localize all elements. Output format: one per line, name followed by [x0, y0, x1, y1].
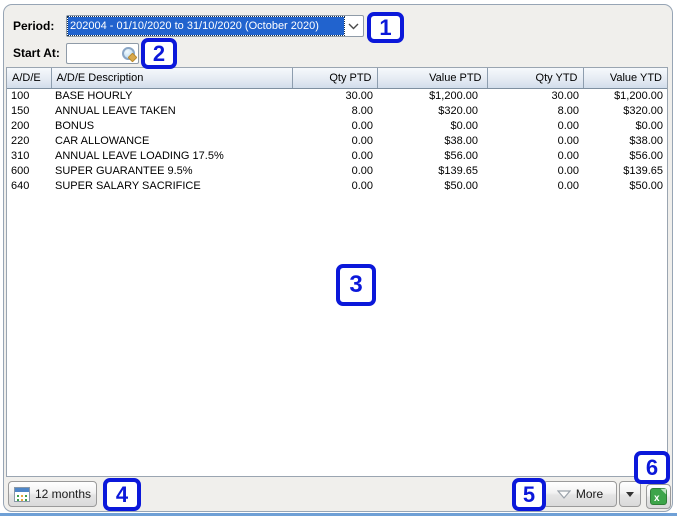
table-cell: 150: [7, 103, 51, 118]
column-header-qty-ytd[interactable]: Qty YTD: [487, 68, 583, 88]
table-cell: $50.00: [583, 178, 667, 193]
table-cell: $56.00: [377, 148, 487, 163]
period-dropdown[interactable]: 202004 - 01/10/2020 to 31/10/2020 (Octob…: [66, 15, 364, 37]
table-cell: 0.00: [292, 148, 377, 163]
som-marker-2: 2: [141, 38, 177, 69]
table-cell: BASE HOURLY: [51, 88, 292, 103]
table-cell: 640: [7, 178, 51, 193]
more-label: More: [576, 487, 603, 501]
period-selected-value: 202004 - 01/10/2020 to 31/10/2020 (Octob…: [68, 17, 344, 35]
table-cell: 100: [7, 88, 51, 103]
table-cell: 310: [7, 148, 51, 163]
table-cell: 0.00: [487, 178, 583, 193]
twelve-months-label: 12 months: [35, 487, 91, 501]
calendar-icon: [14, 487, 30, 502]
table-cell: 200: [7, 118, 51, 133]
table-row[interactable]: 640SUPER SALARY SACRIFICE0.00$50.000.00$…: [7, 178, 667, 193]
column-header-description[interactable]: A/D/E Description: [51, 68, 292, 88]
table-cell: SUPER GUARANTEE 9.5%: [51, 163, 292, 178]
table-cell: 0.00: [487, 163, 583, 178]
table-row[interactable]: 100BASE HOURLY30.00$1,200.0030.00$1,200.…: [7, 88, 667, 103]
table-body: 100BASE HOURLY30.00$1,200.0030.00$1,200.…: [7, 88, 667, 193]
search-icon[interactable]: [122, 47, 135, 60]
table-row[interactable]: 150ANNUAL LEAVE TAKEN8.00$320.008.00$320…: [7, 103, 667, 118]
column-header-ade[interactable]: A/D/E: [7, 68, 51, 88]
caret-down-icon: [626, 492, 634, 497]
som-marker-1: 1: [367, 12, 404, 43]
parent-window-edge: [0, 513, 677, 516]
table-cell: ANNUAL LEAVE LOADING 17.5%: [51, 148, 292, 163]
table-cell: $38.00: [377, 133, 487, 148]
table-cell: 0.00: [292, 133, 377, 148]
table-cell: $0.00: [377, 118, 487, 133]
table-cell: $0.00: [583, 118, 667, 133]
chevron-down-icon[interactable]: [344, 16, 363, 36]
table-row[interactable]: 600SUPER GUARANTEE 9.5%0.00$139.650.00$1…: [7, 163, 667, 178]
start-at-field[interactable]: [66, 43, 139, 64]
table-cell: $320.00: [377, 103, 487, 118]
table-cell: $1,200.00: [377, 88, 487, 103]
table-cell: $38.00: [583, 133, 667, 148]
table-header-row: A/D/E A/D/E Description Qty PTD Value PT…: [7, 68, 667, 88]
table-cell: 8.00: [487, 103, 583, 118]
table-cell: 0.00: [292, 118, 377, 133]
more-button[interactable]: More: [543, 481, 617, 507]
table-cell: $50.00: [377, 178, 487, 193]
start-at-label: Start At:: [13, 46, 60, 60]
table-cell: SUPER SALARY SACRIFICE: [51, 178, 292, 193]
export-excel-button[interactable]: x: [646, 484, 671, 509]
som-marker-5: 5: [512, 478, 546, 511]
table-cell: 600: [7, 163, 51, 178]
table-row[interactable]: 220CAR ALLOWANCE0.00$38.000.00$38.00: [7, 133, 667, 148]
more-dropdown-button[interactable]: [619, 481, 641, 507]
table-cell: 0.00: [292, 163, 377, 178]
table-cell: $56.00: [583, 148, 667, 163]
table-cell: $320.00: [583, 103, 667, 118]
excel-icon: x: [650, 488, 667, 505]
column-header-qty-ptd[interactable]: Qty PTD: [292, 68, 377, 88]
som-marker-6: 6: [634, 451, 670, 484]
table-row[interactable]: 200BONUS0.00$0.000.00$0.00: [7, 118, 667, 133]
column-header-value-ytd[interactable]: Value YTD: [583, 68, 667, 88]
table-cell: 30.00: [292, 88, 377, 103]
svg-text:x: x: [654, 493, 660, 504]
som-marker-4: 4: [103, 478, 141, 511]
table-cell: 0.00: [487, 133, 583, 148]
table-row[interactable]: 310ANNUAL LEAVE LOADING 17.5%0.00$56.000…: [7, 148, 667, 163]
ade-summary-window: Period: 202004 - 01/10/2020 to 31/10/202…: [0, 0, 677, 517]
table-cell: 0.00: [487, 148, 583, 163]
table-cell: ANNUAL LEAVE TAKEN: [51, 103, 292, 118]
triangle-down-icon: [557, 490, 571, 499]
table-cell: $139.65: [583, 163, 667, 178]
table-cell: 30.00: [487, 88, 583, 103]
table-cell: 0.00: [292, 178, 377, 193]
table-cell: 0.00: [487, 118, 583, 133]
twelve-months-button[interactable]: 12 months: [8, 481, 97, 507]
table-cell: 8.00: [292, 103, 377, 118]
table-cell: CAR ALLOWANCE: [51, 133, 292, 148]
table-cell: BONUS: [51, 118, 292, 133]
table-cell: $139.65: [377, 163, 487, 178]
table-cell: 220: [7, 133, 51, 148]
som-marker-3: 3: [336, 264, 376, 306]
period-label: Period:: [13, 19, 54, 33]
start-at-input[interactable]: [68, 45, 118, 62]
table-cell: $1,200.00: [583, 88, 667, 103]
column-header-value-ptd[interactable]: Value PTD: [377, 68, 487, 88]
